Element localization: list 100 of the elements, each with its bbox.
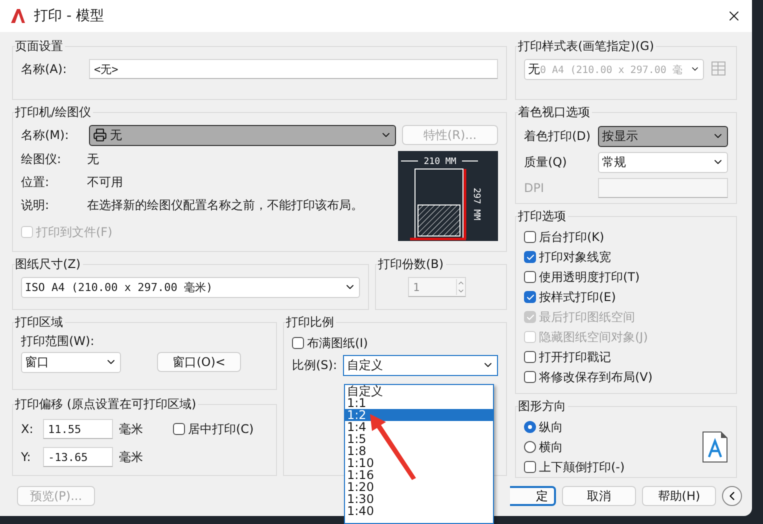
checkbox[interactable]: 布满图纸(I) [292, 333, 498, 353]
window-title: 打印 - 模型 [34, 7, 105, 25]
field-label: 名称(M): [21, 126, 70, 144]
checkbox-label: 打开打印戳记 [539, 348, 611, 366]
spin-down-icon[interactable] [457, 287, 465, 295]
checkbox[interactable]: 上下颠倒打印(-) [524, 457, 702, 477]
group-title: 打印机/绘图仪 [15, 104, 92, 121]
checkbox-label: 将修改保存到布局(V) [539, 368, 653, 386]
checkbox[interactable]: 后台打印(K) [524, 227, 728, 247]
spin-up-icon[interactable] [457, 279, 465, 287]
info-value: 无 [87, 151, 100, 168]
group-title: 图纸尺寸(Z) [15, 256, 82, 273]
checkbox-box [524, 271, 536, 283]
radio-button [524, 421, 536, 433]
scale-option[interactable]: 1:1 [345, 397, 493, 409]
page-setup-name-field[interactable]: <无> [89, 59, 498, 79]
paper-preview-drawing: 210 MM 297 MM [398, 151, 498, 241]
checkbox-label: 打印对象线宽 [539, 248, 611, 266]
radio-label: 横向 [539, 438, 563, 456]
field-label: X: [21, 422, 34, 436]
info-label: 绘图仪: [21, 151, 62, 168]
scale-option[interactable]: 自定义 [345, 385, 493, 397]
checkbox-label: 居中打印(C) [188, 420, 254, 438]
checkbox-box [524, 251, 536, 263]
checkbox-label: 后台打印(K) [539, 228, 604, 246]
field-label: 质量(Q) [524, 154, 568, 170]
checkbox-box [524, 371, 536, 383]
checkbox-box [524, 331, 536, 343]
group-title: 打印选项 [518, 208, 567, 225]
info-label: 位置: [21, 174, 50, 191]
group-title: 着色视口选项 [518, 104, 591, 121]
radio-button [524, 441, 536, 453]
style-table-select[interactable]: 无0 A4 (210.00 x 297.00 毫 [524, 58, 704, 80]
unit-label: 毫米 [119, 448, 144, 466]
group-title: 打印区域 [15, 314, 64, 331]
checkbox-box [524, 461, 536, 473]
app-logo-icon [10, 8, 26, 24]
table-edit-icon[interactable] [710, 60, 728, 78]
group-title: 页面设置 [15, 38, 64, 55]
scale-option[interactable]: 1:20 [345, 481, 493, 493]
offset-input[interactable]: -13.65 [43, 447, 113, 467]
checkbox[interactable]: 打开打印戳记 [524, 347, 728, 367]
help-button[interactable]: 帮助(H) [642, 486, 716, 506]
scale-option[interactable]: 1:30 [345, 493, 493, 505]
radio-option[interactable]: 横向 [524, 437, 702, 457]
group-title: 打印偏移 (原点设置在可打印区域) [15, 396, 198, 413]
scale-option[interactable]: 1:2 [345, 409, 493, 421]
checkbox-box [21, 226, 33, 238]
checkbox-label: 按样式打印(E) [539, 288, 616, 306]
field-label: 名称(A): [21, 60, 68, 78]
offset-input[interactable]: 11.55 [43, 419, 113, 439]
shading-select[interactable]: 按显示 [598, 126, 728, 146]
window-button[interactable]: 窗口(O)< [157, 352, 241, 372]
scale-select[interactable]: 自定义 [343, 354, 498, 376]
group-title: 打印比例 [286, 314, 335, 331]
scale-option[interactable]: 1:40 [345, 505, 493, 517]
dpi-input[interactable] [598, 178, 728, 198]
checkbox[interactable]: 居中打印(C) [173, 419, 254, 439]
checkbox-label: 隐藏图纸空间对象(J) [539, 328, 648, 346]
checkbox-box [524, 351, 536, 363]
scale-option[interactable]: 1:16 [345, 469, 493, 481]
checkbox[interactable]: 打印对象线宽 [524, 247, 728, 267]
field-label: Y: [21, 450, 32, 464]
printer-select[interactable]: 无 [89, 124, 396, 146]
checkbox-box [173, 423, 185, 435]
checkbox-box [524, 231, 536, 243]
radio-option[interactable]: 纵向 [524, 417, 702, 437]
scale-option[interactable]: 1:10 [345, 457, 493, 469]
checkbox-label: 使用透明度打印(T) [539, 268, 640, 286]
printer-icon [93, 128, 107, 142]
group-title: 打印份数(B) [378, 256, 445, 273]
info-value: 不可用 [87, 174, 124, 191]
group-title: 图形方向 [518, 398, 567, 415]
portrait-page-icon [702, 431, 728, 463]
checkbox-label: 布满图纸(I) [307, 334, 368, 352]
unit-label: 毫米 [119, 420, 144, 438]
checkbox-box [524, 311, 536, 323]
checkbox[interactable]: 将修改保存到布局(V) [524, 367, 728, 387]
checkbox[interactable]: 按样式打印(E) [524, 287, 728, 307]
checkbox-label: 最后打印图纸空间 [539, 308, 635, 326]
checkbox-box [292, 337, 304, 349]
collapse-button[interactable] [722, 486, 742, 506]
checkbox[interactable]: 使用透明度打印(T) [524, 267, 728, 287]
paper-size-select[interactable]: ISO A4 (210.00 x 297.00 毫米) [21, 276, 360, 298]
info-value: 在选择新的绘图仪配置名称之前，不能打印该布局。 [87, 197, 364, 214]
info-label: 说明: [21, 197, 50, 214]
ok-button[interactable]: 定 [510, 486, 556, 506]
scale-option[interactable]: 1:4 [345, 421, 493, 433]
field-label: 着色打印(D) [524, 128, 592, 144]
scale-option[interactable]: 1:8 [345, 445, 493, 457]
field-label: 打印范围(W): [21, 334, 94, 348]
scale-option[interactable]: 1:5 [345, 433, 493, 445]
group-title: 打印样式表(画笔指定)(G) [518, 38, 656, 55]
print-range-select[interactable]: 窗口 [21, 352, 121, 372]
shading-select[interactable]: 常规 [598, 152, 728, 172]
field-label: 比例(S): [292, 356, 338, 374]
checkbox-label: 打印到文件(F) [36, 224, 112, 240]
checkbox-box [524, 291, 536, 303]
cancel-button[interactable]: 取消 [562, 486, 636, 506]
radio-label: 纵向 [539, 418, 563, 436]
